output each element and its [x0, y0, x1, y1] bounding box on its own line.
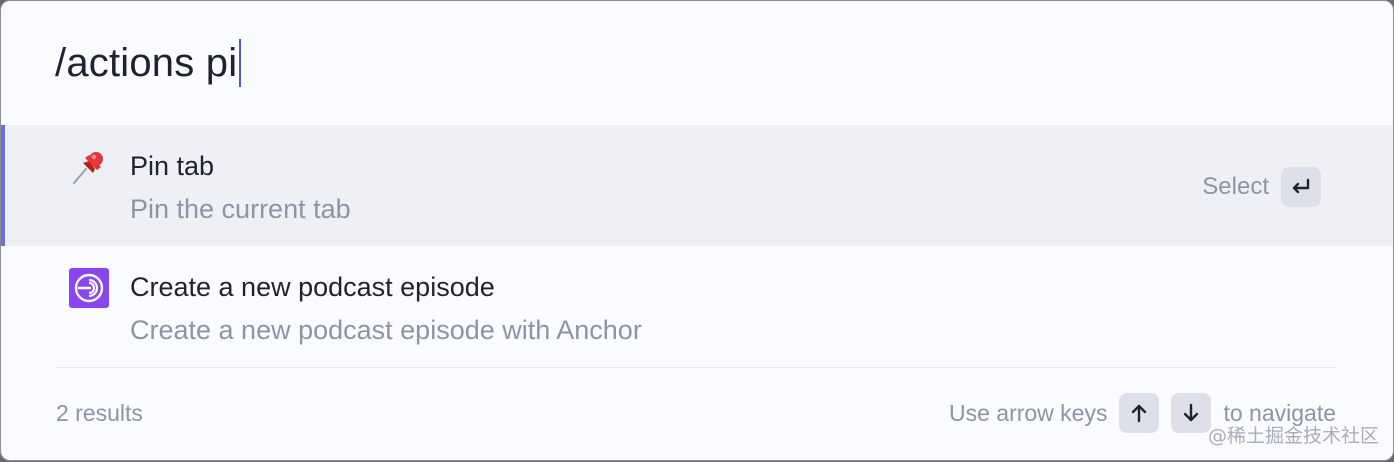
result-subtitle: Create a new podcast episode with Anchor — [130, 315, 642, 345]
result-title: Create a new podcast episode — [130, 272, 495, 302]
result-title: Pin tab — [130, 151, 215, 181]
search-query: /actions pi — [55, 40, 238, 85]
nav-hint-prefix: Use arrow keys — [948, 399, 1108, 426]
select-label: Select — [1202, 173, 1269, 200]
result-item-create-podcast-episode[interactable]: Create a new podcast episode Create a ne… — [1, 246, 1393, 367]
anchor-podcast-icon — [69, 268, 109, 308]
result-item-pin-tab[interactable]: Pin tab Pin the current tab Select — [1, 125, 1393, 246]
command-palette: /actions pi Pin tab Pin the current tab … — [0, 0, 1394, 461]
arrow-up-icon — [1119, 393, 1160, 433]
footer-divider — [55, 367, 1337, 368]
watermark: @稀土掘金技术社区 — [1207, 425, 1379, 447]
select-hint: Select — [1202, 167, 1321, 207]
text-caret — [239, 39, 242, 87]
return-key-icon — [1281, 167, 1321, 207]
results-list: Pin tab Pin the current tab Select Creat… — [1, 125, 1393, 367]
result-subtitle: Pin the current tab — [130, 194, 351, 224]
search-input[interactable]: /actions pi — [55, 39, 242, 87]
results-count: 2 results — [56, 400, 143, 426]
pushpin-icon — [69, 147, 109, 187]
arrow-down-icon — [1171, 393, 1212, 433]
search-bar[interactable]: /actions pi — [1, 1, 1393, 125]
